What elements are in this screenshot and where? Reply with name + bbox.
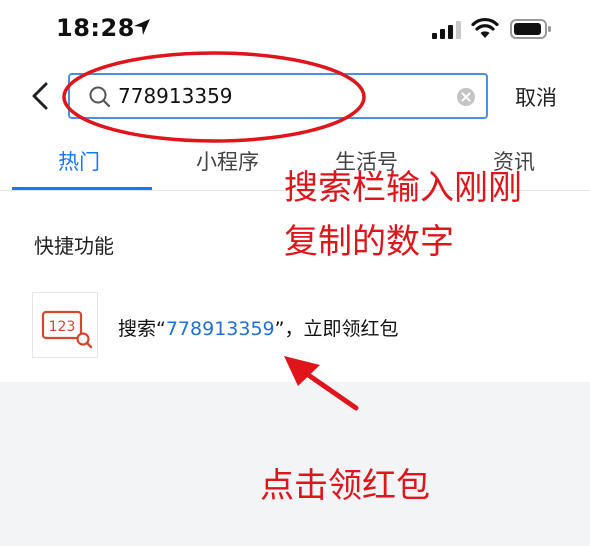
tab-hot[interactable]: 热门 (58, 146, 100, 176)
search-red-packet-text[interactable]: 搜索“778913359”，立即领红包 (118, 314, 398, 341)
search-icon (89, 86, 111, 108)
svg-text:123: 123 (49, 319, 76, 335)
annotation-text-line1: 搜索栏输入刚刚 (284, 168, 522, 208)
wifi-icon (471, 17, 499, 38)
status-bar: 18:28 (0, 0, 590, 62)
active-tab-indicator (12, 187, 152, 190)
location-arrow-icon (134, 19, 150, 35)
back-button[interactable] (26, 78, 56, 114)
cancel-button[interactable]: 取消 (515, 82, 557, 112)
section-title: 快捷功能 (34, 234, 114, 258)
annotation-text-bottom: 点击领红包 (260, 466, 430, 506)
status-time: 18:28 (56, 14, 135, 42)
tab-mini-programs[interactable]: 小程序 (196, 146, 259, 176)
battery-icon (510, 19, 551, 39)
annotation-arrow (284, 356, 359, 411)
search-input[interactable] (118, 82, 438, 110)
search-box[interactable] (68, 73, 488, 119)
number-search-icon: 123 (32, 292, 98, 358)
clear-icon[interactable] (456, 87, 476, 107)
cellular-signal-icon (432, 21, 461, 39)
annotation-text-line2: 复制的数字 (284, 222, 454, 262)
